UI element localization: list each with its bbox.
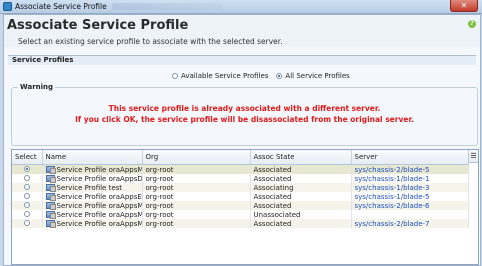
server-cell[interactable]: sys/chassis-1/blade-5 — [351, 192, 469, 201]
row-select-radio[interactable] — [23, 210, 30, 217]
profile-name: Service Profile oraAppsMT2 — [56, 201, 142, 210]
row-select-radio[interactable] — [23, 165, 30, 172]
server-cell[interactable]: sys/chassis-1/blade-1 — [351, 174, 469, 183]
assoc-state-cell: Associated — [250, 192, 352, 201]
dialog-content: Associate Service Profile Select an exis… — [3, 14, 481, 266]
server-cell[interactable]: sys/chassis-1/blade-3 — [351, 183, 469, 192]
title-redacted-area — [112, 3, 222, 10]
profile-name: Service Profile test — [56, 183, 123, 192]
profile-name: Service Profile oraAppsEM1 — [56, 192, 142, 201]
org-cell: org-root — [142, 192, 251, 201]
window-title: Associate Service Profile — [15, 2, 107, 11]
col-header-org[interactable]: Org — [142, 150, 251, 165]
profile-filter-radio-group: Available Service Profiles All Service P… — [172, 71, 355, 81]
assoc-state-cell: Associated — [250, 219, 352, 228]
org-cell: org-root — [142, 174, 251, 183]
org-cell: org-root — [142, 164, 251, 174]
col-header-server[interactable]: Server — [351, 150, 469, 165]
org-cell: org-root — [142, 183, 251, 192]
warning-line-2: If you click OK, the service profile wil… — [75, 115, 414, 124]
table-row[interactable]: Service Profile test org-root Associatin… — [12, 183, 469, 192]
profile-name-cell: Service Profile oraAppsEM1 — [42, 192, 143, 201]
service-profile-icon — [45, 201, 56, 210]
row-select-radio[interactable] — [23, 174, 30, 181]
table-header-row: Select Name Org Assoc State Server — [12, 150, 469, 165]
radio-all-label[interactable]: All Service Profiles — [285, 72, 349, 80]
col-header-select[interactable]: Select — [12, 150, 43, 165]
service-profiles-section-header: Service Profiles — [8, 55, 476, 65]
profile-name: Service Profile oraAppsMT1 — [56, 165, 142, 174]
radio-available-label[interactable]: Available Service Profiles — [181, 72, 268, 80]
profile-name: Service Profile oraAppsDB1 — [56, 174, 142, 183]
server-cell[interactable]: sys/chassis-2/blade-5 — [351, 164, 469, 174]
window-titlebar: Associate Service Profile ✕ — [0, 0, 482, 14]
table-row[interactable]: Service Profile oraAppsMT1 org-root Asso… — [12, 164, 469, 174]
profile-name-cell: Service Profile oraAppsMT1 — [42, 164, 143, 174]
service-profile-icon — [45, 210, 56, 219]
service-profile-icon — [45, 219, 56, 228]
radio-available-profiles[interactable] — [172, 73, 178, 79]
row-select-radio[interactable] — [23, 183, 30, 190]
warning-label: Warning — [18, 83, 56, 91]
table-row[interactable]: Service Profile oraAppsMT4 org-root Unas… — [12, 210, 469, 219]
profile-name-cell: Service Profile oraAppsMT3 — [42, 219, 143, 228]
warning-line-1: This service profile is already associat… — [108, 104, 381, 113]
col-header-assoc-state[interactable]: Assoc State — [250, 150, 352, 165]
profile-name-cell: Service Profile oraAppsMT4 — [42, 210, 143, 219]
row-select-radio[interactable] — [23, 219, 30, 226]
assoc-state-cell: Associated — [250, 164, 352, 174]
help-icon[interactable]: ? — [468, 20, 476, 28]
server-cell[interactable]: sys/chassis-2/blade-6 — [351, 201, 469, 210]
service-profile-icon — [45, 183, 56, 192]
table-row[interactable]: Service Profile oraAppsMT3 org-root Asso… — [12, 219, 469, 228]
service-profiles-table: Select Name Org Assoc State Server Servi… — [11, 149, 479, 265]
org-cell: org-root — [142, 201, 251, 210]
profile-name-cell: Service Profile test — [42, 183, 143, 192]
profile-name-cell: Service Profile oraAppsDB1 — [42, 174, 143, 183]
app-icon — [3, 2, 12, 11]
page-title: Associate Service Profile — [7, 18, 189, 33]
col-header-name[interactable]: Name — [42, 150, 143, 165]
profile-name: Service Profile oraAppsMT3 — [56, 219, 142, 228]
org-cell: org-root — [142, 219, 251, 228]
service-profile-icon — [45, 174, 56, 183]
dialog-header: Associate Service Profile Select an exis… — [4, 15, 480, 47]
section-label: Service Profiles — [12, 56, 74, 64]
assoc-state-cell: Associated — [250, 174, 352, 183]
server-cell[interactable]: sys/chassis-2/blade-7 — [351, 219, 469, 228]
assoc-state-cell: Associated — [250, 201, 352, 210]
table-row[interactable]: Service Profile oraAppsDB1 org-root Asso… — [12, 174, 469, 183]
service-profile-icon — [45, 165, 56, 174]
org-cell: org-root — [142, 210, 251, 219]
service-profile-icon — [45, 192, 56, 201]
row-select-radio[interactable] — [23, 192, 30, 199]
table-row[interactable]: Service Profile oraAppsMT2 org-root Asso… — [12, 201, 469, 210]
close-button[interactable]: ✕ — [450, 0, 478, 12]
page-subtitle: Select an existing service profile to as… — [18, 37, 283, 46]
table-row[interactable]: Service Profile oraAppsEM1 org-root Asso… — [12, 192, 469, 201]
assoc-state-cell: Unassociated — [250, 210, 352, 219]
column-chooser-icon[interactable]: ☰ — [468, 150, 478, 163]
assoc-state-cell: Associating — [250, 183, 352, 192]
warning-box: Warning This service profile is already … — [11, 83, 478, 146]
profile-name: Service Profile oraAppsMT4 — [56, 210, 142, 219]
server-cell[interactable] — [351, 210, 469, 219]
profile-name-cell: Service Profile oraAppsMT2 — [42, 201, 143, 210]
row-select-radio[interactable] — [23, 201, 30, 208]
radio-all-profiles[interactable] — [276, 73, 283, 79]
